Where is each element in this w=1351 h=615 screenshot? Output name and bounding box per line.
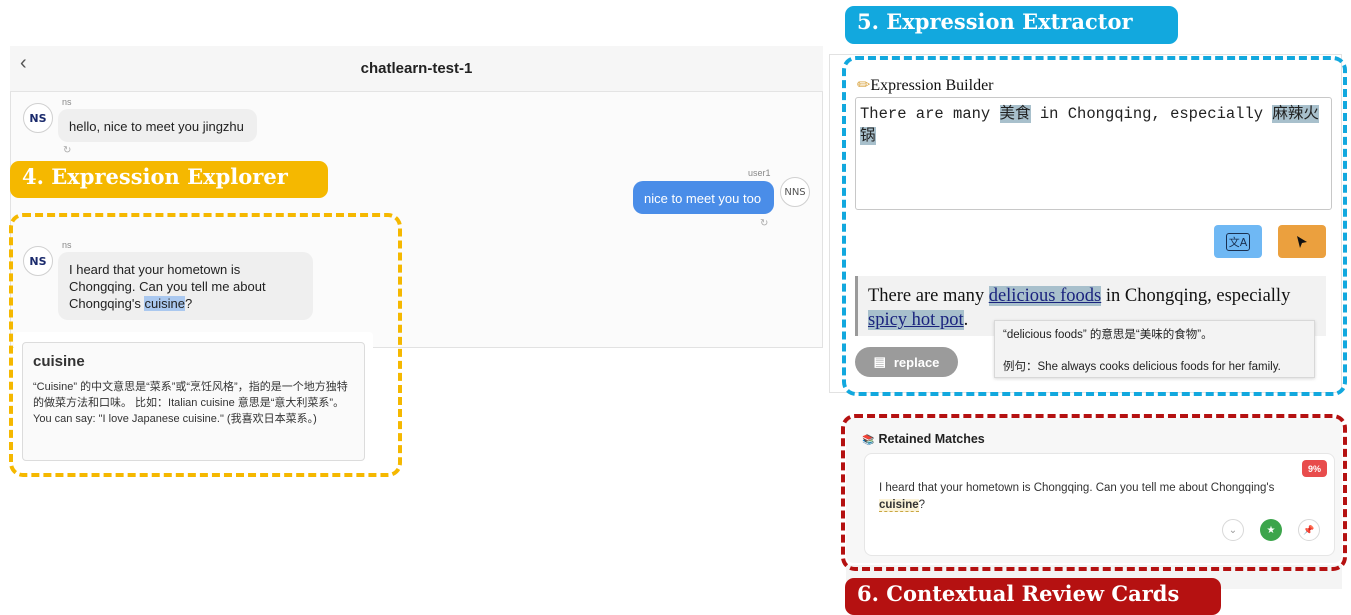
extractor-tag: 5. Expression Extractor <box>845 6 1178 44</box>
sender-name: ns <box>62 97 72 107</box>
avatar: NNS <box>780 177 810 207</box>
extractor-highlight-frame <box>842 56 1347 396</box>
explorer-highlight-frame <box>9 213 402 477</box>
chat-header: ‹ chatlearn-test-1 <box>10 46 823 92</box>
explorer-tag: 4. Expression Explorer <box>10 161 328 198</box>
chat-message: hello, nice to meet you jingzhu <box>58 109 257 142</box>
review-highlight-frame <box>841 414 1347 571</box>
avatar: NS <box>23 103 53 133</box>
refresh-icon[interactable]: ↻ <box>63 145 71 156</box>
refresh-icon[interactable]: ↻ <box>760 218 768 229</box>
chat-title: chatlearn-test-1 <box>360 60 473 77</box>
sender-name: user1 <box>748 168 771 178</box>
review-tag: 6. Contextual Review Cards <box>845 578 1221 615</box>
chat-message-mine: nice to meet you too <box>633 181 774 214</box>
